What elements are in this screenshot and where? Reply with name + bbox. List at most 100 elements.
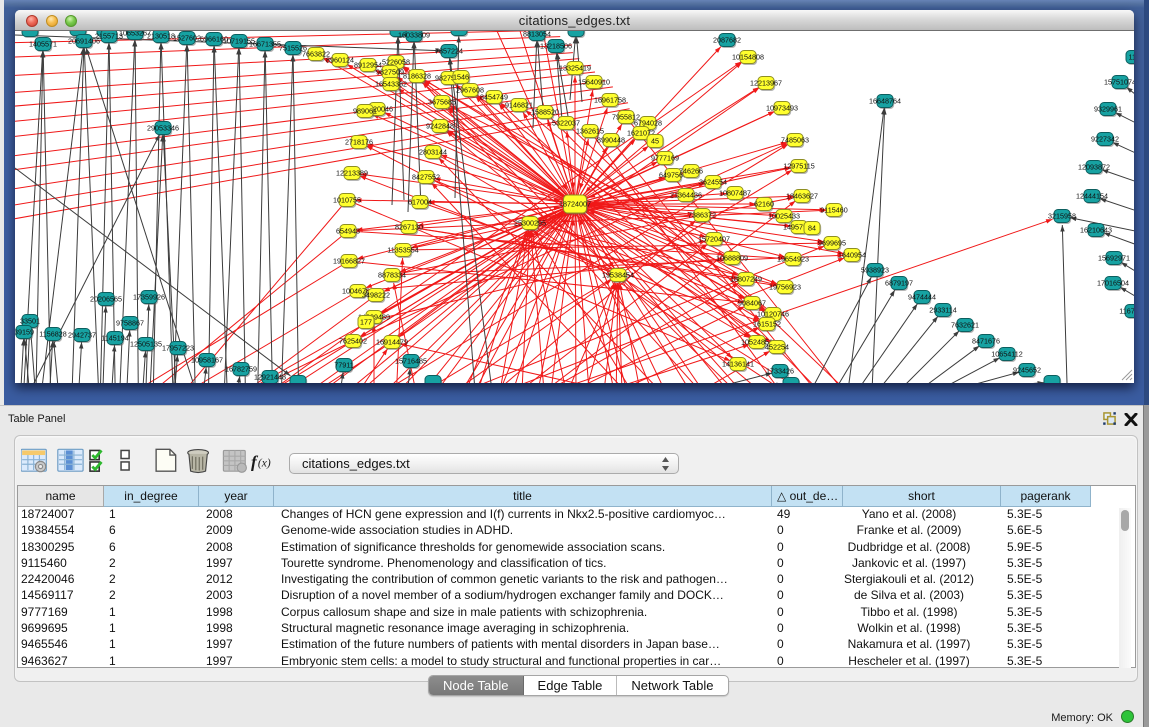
svg-text:7485063: 7485063 [781,136,809,145]
svg-text:1405571: 1405571 [29,40,57,49]
svg-text:8186328: 8186328 [403,72,431,81]
svg-text:2130518: 2130518 [147,32,175,41]
svg-text:16961758: 16961758 [594,96,626,105]
svg-text:15716485: 15716485 [395,357,427,366]
svg-text:1733426: 1733426 [766,367,794,376]
svg-text:10688809: 10688809 [716,254,748,263]
svg-text:8813054: 8813054 [523,31,551,39]
svg-text:1145194: 1145194 [101,334,128,343]
svg-text:9474444: 9474444 [908,293,936,302]
svg-text:18807249: 18807249 [730,275,762,284]
svg-text:33501: 33501 [20,317,40,326]
svg-text:15720407: 15720407 [698,235,730,244]
svg-text:989061: 989061 [353,107,377,116]
svg-text:2803144: 2803144 [419,148,447,157]
svg-text:15640910: 15640910 [578,78,610,87]
svg-text:10654112: 10654112 [991,350,1022,359]
svg-text:16648764: 16648764 [869,97,901,106]
svg-text:12213389: 12213389 [336,169,368,178]
svg-text:16210643: 16210643 [1080,226,1112,235]
svg-text:84: 84 [808,224,816,233]
svg-text:25300295: 25300295 [514,219,546,228]
svg-text:45: 45 [651,137,659,146]
svg-text:15751074: 15751074 [1104,78,1134,87]
svg-text:8267130: 8267130 [395,223,423,232]
svg-text:9084067: 9084067 [738,299,766,308]
svg-text:62160: 62160 [754,200,774,209]
svg-text:9227342: 9227342 [1091,135,1119,144]
svg-text:1527602: 1527602 [173,34,201,43]
svg-text:654943: 654943 [336,227,360,236]
svg-text:2933114: 2933114 [929,306,956,315]
svg-text:9245652: 9245652 [1013,366,1041,375]
svg-text:18724007: 18724007 [559,200,591,209]
svg-text:12505135: 12505135 [130,340,162,349]
svg-text:9777169: 9777169 [651,154,679,163]
svg-text:7632621: 7632621 [951,321,979,330]
svg-text:8471676: 8471676 [972,337,1000,346]
svg-text:452254: 452254 [765,343,789,352]
svg-text:19756923: 19756923 [769,283,801,292]
svg-text:7857224: 7857224 [435,47,463,56]
svg-text:16914479: 16914479 [376,338,408,347]
svg-text:10154808: 10154808 [732,53,764,62]
svg-text:9115460: 9115460 [820,206,847,215]
svg-text:19654923: 19654923 [777,255,809,264]
svg-text:12213967: 12213967 [750,79,782,88]
svg-text:19166827: 19166827 [333,257,365,266]
svg-text:12975115: 12975115 [783,162,814,171]
svg-text:16782759: 16782759 [225,365,257,374]
svg-text:10807487: 10807487 [719,189,751,198]
svg-text:3624554: 3624554 [699,178,727,187]
svg-text:617004: 617004 [408,198,432,207]
svg-text:8990448: 8990448 [597,136,625,145]
svg-text:1362615: 1362615 [576,127,604,136]
svg-text:1546: 1546 [453,73,469,82]
svg-text:17957223: 17957223 [162,344,194,353]
svg-text:8960124: 8960124 [326,56,354,65]
svg-text:3498222: 3498222 [362,291,390,300]
svg-text:17016504: 17016504 [1097,279,1129,288]
svg-text:77911: 77911 [334,361,353,370]
svg-text:2942737: 2942737 [68,331,96,340]
svg-text:1010755: 1010755 [333,196,361,205]
svg-text:8427552: 8427552 [412,173,440,182]
svg-text:9699695: 9699695 [818,239,846,248]
svg-text:16543382: 16543382 [375,80,407,89]
svg-text:17359926: 17359926 [133,293,165,302]
svg-text:177: 177 [360,318,372,327]
svg-text:10973493: 10973493 [766,104,798,113]
svg-text:12093872: 12093872 [1078,163,1110,172]
svg-text:111: 111 [1129,53,1134,62]
svg-text:9827509: 9827509 [376,68,404,77]
svg-text:13218506: 13218506 [540,42,572,51]
svg-text:9329961: 9329961 [1094,105,1122,114]
svg-text:10958167: 10958167 [191,356,223,365]
svg-text:12444154: 12444154 [1076,192,1108,201]
svg-text:29053346: 29053346 [147,124,179,133]
svg-text:1615152: 1615152 [753,320,781,329]
svg-text:19538454: 19538454 [602,271,634,280]
svg-text:9146821: 9146821 [505,101,533,110]
svg-text:10025433: 10025433 [768,212,800,221]
svg-text:12921448: 12921448 [254,373,286,382]
svg-text:14136141: 14136141 [722,360,754,369]
svg-text:(x): (x) [258,458,271,470]
svg-text:18463627: 18463627 [786,192,818,201]
svg-text:8878334: 8878334 [378,271,406,280]
svg-text:16033809: 16033809 [398,31,430,40]
svg-text:9758867: 9758867 [116,319,144,328]
svg-text:13325419: 13325419 [559,64,591,73]
svg-text:16671355: 16671355 [249,40,281,49]
svg-text:39159: 39159 [15,328,34,337]
svg-text:5938923: 5938923 [861,266,889,275]
svg-text:1167534: 1167534 [1119,307,1134,316]
svg-text:3215958: 3215958 [1048,212,1076,221]
svg-text:15692971: 15692971 [1098,254,1130,263]
svg-text:1640954: 1640954 [838,251,866,260]
svg-text:9242848: 9242848 [426,122,454,131]
svg-text:2087682: 2087682 [713,36,741,45]
svg-text:21364436: 21364436 [670,191,702,200]
svg-text:746266: 746266 [679,167,703,176]
svg-text:11353554: 11353554 [387,246,418,255]
